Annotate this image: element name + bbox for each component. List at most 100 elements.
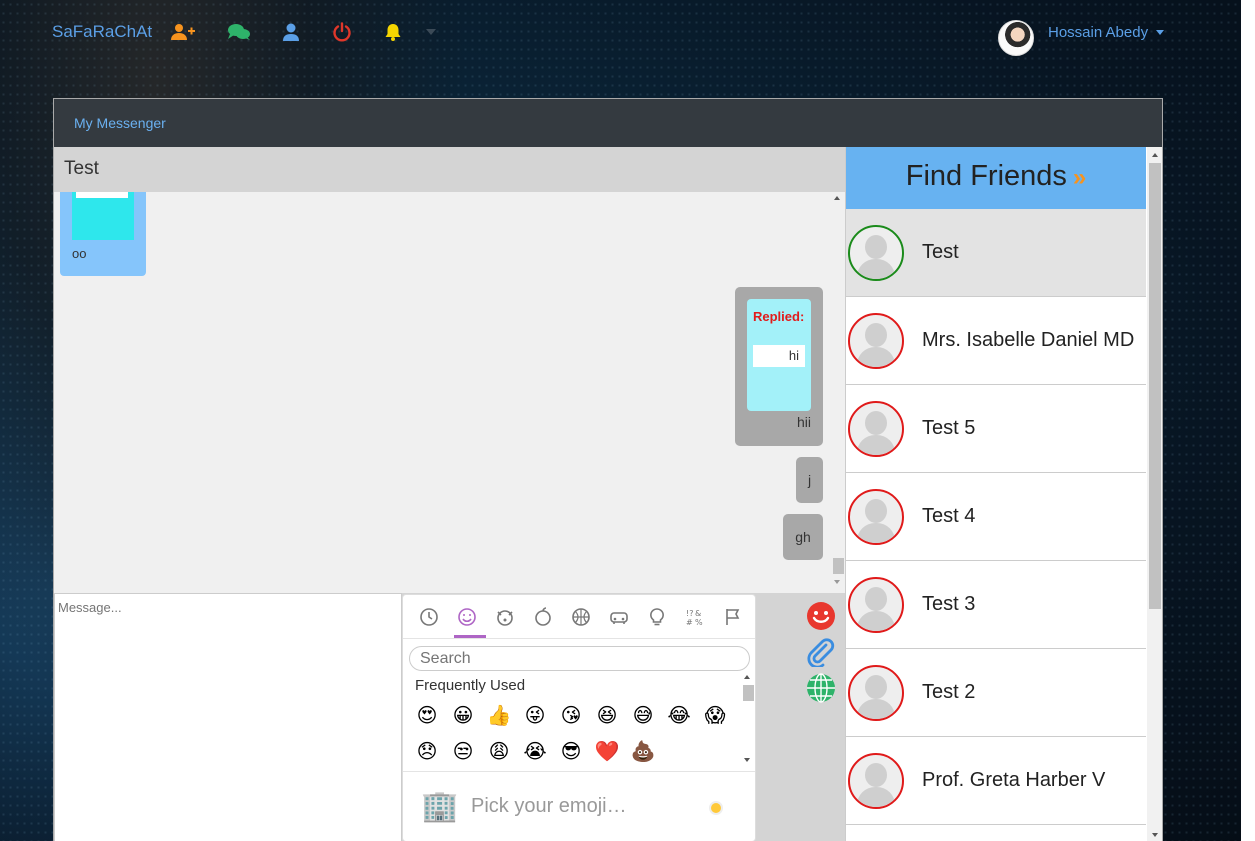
navbar: SaFaRaChAt Hossain Abedy xyxy=(0,0,1241,64)
dropdown-caret-icon[interactable] xyxy=(419,22,443,42)
outgoing-message[interactable]: j xyxy=(796,457,823,503)
friend-item[interactable]: Mrs. Isabelle Daniel MD xyxy=(846,297,1146,385)
skin-tone-selector[interactable] xyxy=(709,801,723,815)
recent-icon[interactable] xyxy=(410,595,448,638)
svg-text:&: & xyxy=(695,609,701,618)
chevron-down-icon[interactable] xyxy=(1156,29,1165,35)
quoted-text: hi xyxy=(753,345,805,367)
friend-item[interactable]: Test 3 xyxy=(846,561,1146,649)
scroll-down-arrow-icon[interactable] xyxy=(1152,833,1158,837)
emoji[interactable]: 😱 xyxy=(697,697,733,733)
message-text: gh xyxy=(795,529,811,545)
avatar xyxy=(848,400,904,457)
scroll-up-arrow-icon[interactable] xyxy=(1152,153,1158,157)
find-friends-button[interactable]: Find Friends» xyxy=(846,147,1146,209)
emoji[interactable]: 😘 xyxy=(553,697,589,733)
smileys-icon[interactable] xyxy=(448,595,486,638)
composer: !?&#% Frequently Used 😍 😀 👍 😜 😘 😆 😅 😂 😱 … xyxy=(54,593,845,841)
find-friends-label: Find Friends xyxy=(905,160,1067,192)
avatar xyxy=(848,576,904,633)
svg-text:%: % xyxy=(695,618,703,627)
svg-text:!?: !? xyxy=(686,609,693,618)
chats-icon[interactable] xyxy=(227,22,251,42)
emoji[interactable]: 😭 xyxy=(517,733,553,769)
emoji[interactable]: 😜 xyxy=(517,697,553,733)
emoji[interactable]: 😩 xyxy=(481,733,517,769)
avatar xyxy=(848,488,904,545)
scroll-up-arrow-icon[interactable] xyxy=(834,196,840,200)
card-title[interactable]: My Messenger xyxy=(74,115,166,131)
symbols-icon[interactable]: !? & #% xyxy=(676,595,714,638)
friend-item[interactable]: Test 2 xyxy=(846,649,1146,737)
friend-name: Test xyxy=(922,241,959,263)
message-input[interactable] xyxy=(54,593,402,841)
scrollbar-thumb[interactable] xyxy=(743,685,754,701)
food-icon[interactable] xyxy=(524,595,562,638)
chat-scrollbar[interactable] xyxy=(831,192,845,592)
paperclip-icon[interactable] xyxy=(806,637,836,667)
card-header: My Messenger xyxy=(54,99,1162,147)
scrollbar-thumb[interactable] xyxy=(1149,163,1161,609)
friends-scrollbar[interactable] xyxy=(1147,147,1162,841)
friend-name: Test 2 xyxy=(922,681,976,703)
reply-label: Replied: xyxy=(753,309,805,324)
avatar[interactable] xyxy=(998,20,1034,56)
objects-icon[interactable] xyxy=(638,595,676,638)
emoji-scrollbar[interactable] xyxy=(741,672,755,766)
reply-quote-box: Replied: hi xyxy=(747,299,811,411)
emoji[interactable]: 💩 xyxy=(625,733,661,769)
profile-icon[interactable] xyxy=(279,22,303,42)
emoji-preview-text: Pick your emoji… xyxy=(471,795,627,817)
reply-message[interactable]: Replied: hi hii xyxy=(735,287,823,446)
add-user-icon[interactable] xyxy=(171,22,195,42)
messenger-card: My Messenger Test oo Replied: hi hii j g… xyxy=(53,98,1163,841)
friend-name: Test 3 xyxy=(922,593,976,615)
scroll-down-arrow-icon[interactable] xyxy=(834,580,840,584)
emoji-search-input[interactable] xyxy=(409,646,750,671)
emoji[interactable]: 😅 xyxy=(625,697,661,733)
friend-item[interactable]: Test xyxy=(846,209,1146,297)
emoji[interactable]: ❤️ xyxy=(589,733,625,769)
scroll-up-arrow-icon[interactable] xyxy=(744,675,750,679)
friend-name: Prof. Greta Harber V xyxy=(922,769,1106,791)
emoji-preview: 🏢 Pick your emoji… xyxy=(403,771,755,841)
friend-name: Test 4 xyxy=(922,505,976,527)
message-text: oo xyxy=(72,246,87,261)
chat-panel: Test oo Replied: hi hii j gh xyxy=(54,147,845,593)
emoji[interactable]: 😒 xyxy=(445,733,481,769)
friend-name: Test 5 xyxy=(922,417,976,439)
chat-title: Test xyxy=(54,147,845,192)
emoji[interactable]: 😂 xyxy=(661,697,697,733)
emoji[interactable]: 👍 xyxy=(481,697,517,733)
page-edge xyxy=(1241,0,1255,841)
emoji-category-tabs: !? & #% xyxy=(403,595,755,639)
emoji[interactable]: 😀 xyxy=(445,697,481,733)
message-image[interactable] xyxy=(72,192,134,240)
friend-item[interactable]: Test 5 xyxy=(846,385,1146,473)
flags-icon[interactable] xyxy=(714,595,752,638)
activity-icon[interactable] xyxy=(562,595,600,638)
avatar xyxy=(848,224,904,281)
avatar xyxy=(848,312,904,369)
brand-link[interactable]: SaFaRaChAt xyxy=(52,22,152,42)
scroll-down-arrow-icon[interactable] xyxy=(744,758,750,762)
outgoing-message[interactable]: gh xyxy=(783,514,823,560)
friend-name: Mrs. Isabelle Daniel MD xyxy=(922,329,1135,351)
user-menu[interactable]: Hossain Abedy xyxy=(998,20,1165,56)
friend-item[interactable]: Test 4 xyxy=(846,473,1146,561)
animals-icon[interactable] xyxy=(486,595,524,638)
emoji[interactable]: 😍 xyxy=(409,697,445,733)
scrollbar-thumb[interactable] xyxy=(833,558,844,574)
user-name[interactable]: Hossain Abedy xyxy=(1048,24,1148,41)
smiley-icon[interactable] xyxy=(806,601,836,631)
bell-icon[interactable] xyxy=(381,22,405,42)
friend-item[interactable]: Prof. Greta Harber V xyxy=(846,737,1146,825)
emoji[interactable]: 😆 xyxy=(589,697,625,733)
emoji[interactable]: 😎 xyxy=(553,733,589,769)
incoming-message[interactable]: oo xyxy=(60,192,146,276)
message-text: hii xyxy=(796,414,811,430)
travel-icon[interactable] xyxy=(600,595,638,638)
emoji[interactable]: 😞 xyxy=(409,733,445,769)
power-icon[interactable] xyxy=(330,22,354,42)
globe-icon[interactable] xyxy=(806,673,836,703)
